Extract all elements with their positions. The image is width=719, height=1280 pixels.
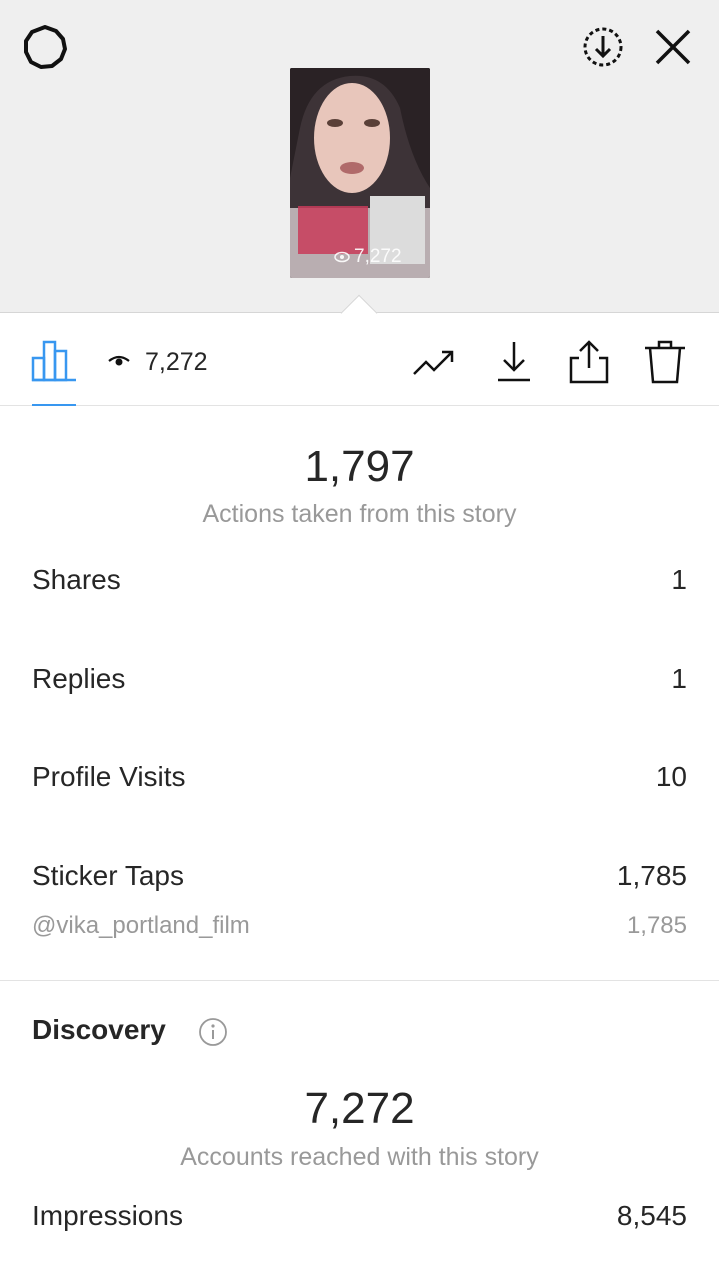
replies-value: 1	[671, 663, 687, 694]
story-preview-header: 7,272	[0, 0, 719, 313]
settings-gear-icon[interactable]	[20, 22, 70, 72]
profile-visits-label: Profile Visits	[32, 761, 186, 792]
active-tab-indicator	[32, 404, 76, 406]
sticker-taps-label: Sticker Taps	[32, 860, 184, 891]
eye-icon	[108, 355, 130, 366]
sticker-taps-value: 1,785	[616, 860, 687, 891]
bar-chart-icon[interactable]	[30, 336, 78, 384]
thumbnail-view-count: 7,272	[334, 246, 402, 268]
impressions-label: Impressions	[32, 1200, 183, 1231]
discovery-title: Discovery	[32, 1014, 166, 1045]
trend-icon[interactable]	[410, 338, 458, 386]
actions-total: 1,797	[304, 442, 415, 491]
insights-toolbar: 7,272	[0, 316, 719, 406]
story-thumbnail[interactable]: 7,272	[290, 68, 430, 278]
share-icon[interactable]	[565, 338, 613, 386]
download-icon[interactable]	[490, 338, 538, 386]
accounts-reached-caption: Accounts reached with this story	[180, 1143, 539, 1171]
download-circle-icon[interactable]	[578, 22, 628, 72]
accounts-reached-total: 7,272	[304, 1084, 415, 1133]
shares-value: 1	[671, 564, 687, 595]
eye-icon	[334, 251, 350, 263]
viewer-count[interactable]: 7,272	[145, 348, 208, 377]
info-icon[interactable]	[197, 1016, 229, 1048]
trash-icon[interactable]	[641, 338, 689, 386]
shares-label: Shares	[32, 564, 121, 595]
section-divider	[0, 980, 719, 981]
sticker-mention-value: 1,785	[626, 912, 687, 939]
actions-caption: Actions taken from this story	[202, 500, 517, 528]
sticker-mention-label[interactable]: @vika_portland_film	[32, 912, 250, 940]
profile-visits-value: 10	[655, 761, 687, 792]
impressions-value: 8,545	[616, 1200, 687, 1231]
thumbnail-view-count-text: 7,272	[354, 246, 402, 267]
close-icon[interactable]	[650, 24, 696, 70]
replies-label: Replies	[32, 663, 126, 694]
